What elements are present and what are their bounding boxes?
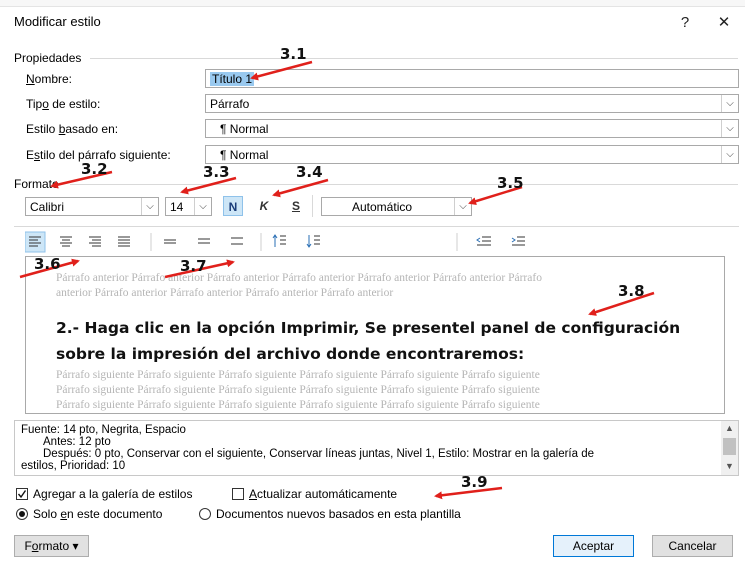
properties-section-label: Propiedades — [14, 51, 82, 65]
chevron-down-icon[interactable]: ⌵ — [721, 120, 738, 137]
preview-heading-line-2: sobre la impresión del archivo donde enc… — [56, 345, 525, 363]
style-type-value: Párrafo — [210, 97, 250, 111]
auto-update-label[interactable]: Actualizar automáticamente — [249, 487, 397, 501]
dialog-title: Modificar estilo — [14, 14, 101, 29]
style-description: Fuente: 14 pto, Negrita, Espacio Antes: … — [14, 420, 739, 476]
toolbar-divider — [312, 195, 313, 217]
space-after-icon — [306, 235, 320, 248]
preview-heading-line-1: 2.- Haga clic en la opción Imprimir, Se … — [56, 319, 681, 337]
radio-dot — [19, 511, 25, 517]
space-before-icon — [272, 234, 286, 247]
single-spacing-icon — [164, 239, 176, 244]
add-to-gallery-label[interactable]: Agregar a la galería de estilos — [33, 487, 192, 501]
description-line-3: Después: 0 pto, Conservar con el siguien… — [43, 448, 595, 460]
font-name-select[interactable]: Calibri ⌵ — [25, 197, 159, 216]
cancel-button[interactable]: Cancelar — [652, 535, 733, 557]
chevron-up-icon[interactable]: ▲ — [721, 423, 738, 433]
auto-update-checkbox[interactable] — [232, 488, 244, 500]
bold-button[interactable]: N — [223, 196, 243, 216]
based-on-label: Estilo basado en: — [26, 122, 119, 136]
annotation-3-1: 3.1 — [280, 45, 307, 63]
help-button[interactable]: ? — [672, 10, 698, 36]
chevron-down-icon[interactable]: ⌵ — [141, 198, 158, 215]
annotation-3-2: 3.2 — [81, 160, 108, 178]
double-spacing-icon — [231, 237, 243, 245]
name-input-value: Título 1 — [210, 72, 255, 86]
format-separator — [70, 184, 738, 185]
based-on-value: ¶ Normal — [220, 122, 269, 136]
decrease-indent-icon — [476, 236, 491, 246]
top-strip — [0, 0, 745, 7]
style-type-label: Tipo de estilo: — [26, 97, 101, 111]
modify-style-dialog: Modificar estilo ? ✕ Propiedades Nombre:… — [0, 0, 745, 561]
name-input[interactable]: Título 1 — [205, 69, 739, 88]
one-half-spacing-icon — [198, 238, 210, 244]
align-right-icon — [89, 236, 101, 247]
new-documents-radio[interactable] — [199, 508, 211, 520]
preview-previous-line-2: anterior Párrafo anterior Párrafo anteri… — [56, 287, 394, 299]
name-label: Nombre: — [26, 72, 73, 86]
preview-previous-line-1: Párrafo anterior Párrafo anterior Párraf… — [56, 272, 542, 284]
description-line-4: estilos, Prioridad: 10 — [21, 460, 126, 472]
scrollbar-thumb[interactable] — [723, 438, 736, 455]
increase-indent-icon — [511, 236, 525, 246]
chevron-down-icon[interactable]: ▼ — [721, 461, 738, 471]
font-size-value: 14 — [170, 200, 184, 214]
accept-button[interactable]: Aceptar — [553, 535, 634, 557]
next-style-select[interactable]: ¶ Normal ⌵ — [205, 145, 739, 164]
font-color-value: Automático — [352, 200, 413, 214]
preview-next-line-2: Párrafo siguiente Párrafo siguiente Párr… — [56, 384, 540, 396]
description-line-2: Antes: 12 pto — [43, 436, 111, 448]
annotation-3-5: 3.5 — [497, 174, 524, 192]
annotation-3-7: 3.7 — [180, 257, 207, 275]
only-this-document-label[interactable]: Solo en este documento — [33, 507, 162, 521]
format-menu-button[interactable]: Formato ▾ — [14, 535, 89, 557]
italic-button[interactable]: K — [254, 196, 274, 216]
new-documents-label[interactable]: Documentos nuevos basados en esta planti… — [216, 507, 461, 521]
annotation-arrow-3-4 — [272, 178, 329, 198]
justify-icon — [118, 236, 130, 247]
next-style-value: ¶ Normal — [220, 148, 269, 162]
checkmark-icon — [17, 490, 27, 499]
annotation-3-8: 3.8 — [618, 282, 645, 300]
chevron-down-icon[interactable]: ⌵ — [454, 198, 471, 215]
annotation-3-3: 3.3 — [203, 163, 230, 181]
preview-next-line-1: Párrafo siguiente Párrafo siguiente Párr… — [56, 369, 540, 381]
properties-separator — [90, 58, 738, 59]
description-line-1: Fuente: 14 pto, Negrita, Espacio — [21, 424, 186, 436]
font-name-value: Calibri — [30, 200, 65, 214]
align-center-icon — [60, 236, 72, 247]
annotation-3-6: 3.6 — [34, 255, 61, 273]
format-section-label: Formato — [14, 177, 59, 191]
annotation-3-4: 3.4 — [296, 163, 323, 181]
based-on-select[interactable]: ¶ Normal ⌵ — [205, 119, 739, 138]
paragraph-toolbar — [25, 231, 525, 253]
add-to-gallery-checkbox[interactable] — [16, 488, 28, 500]
toolbar-separator — [14, 226, 739, 227]
close-button[interactable]: ✕ — [711, 10, 737, 36]
underline-button[interactable]: S — [286, 196, 306, 216]
style-preview: Párrafo anterior Párrafo anterior Párraf… — [25, 256, 725, 414]
chevron-down-icon[interactable]: ⌵ — [721, 146, 738, 163]
description-scrollbar[interactable]: ▲ ▼ — [721, 421, 738, 475]
style-type-select[interactable]: Párrafo ⌵ — [205, 94, 739, 113]
font-color-select[interactable]: Automático ⌵ — [321, 197, 472, 216]
preview-next-line-3: Párrafo siguiente Párrafo siguiente Párr… — [56, 399, 540, 411]
chevron-down-icon[interactable]: ⌵ — [194, 198, 211, 215]
annotation-3-9: 3.9 — [461, 473, 488, 491]
only-this-document-radio[interactable] — [16, 508, 28, 520]
caret-down-icon: ▾ — [72, 539, 79, 553]
font-size-select[interactable]: 14 ⌵ — [165, 197, 212, 216]
chevron-down-icon[interactable]: ⌵ — [721, 95, 738, 112]
